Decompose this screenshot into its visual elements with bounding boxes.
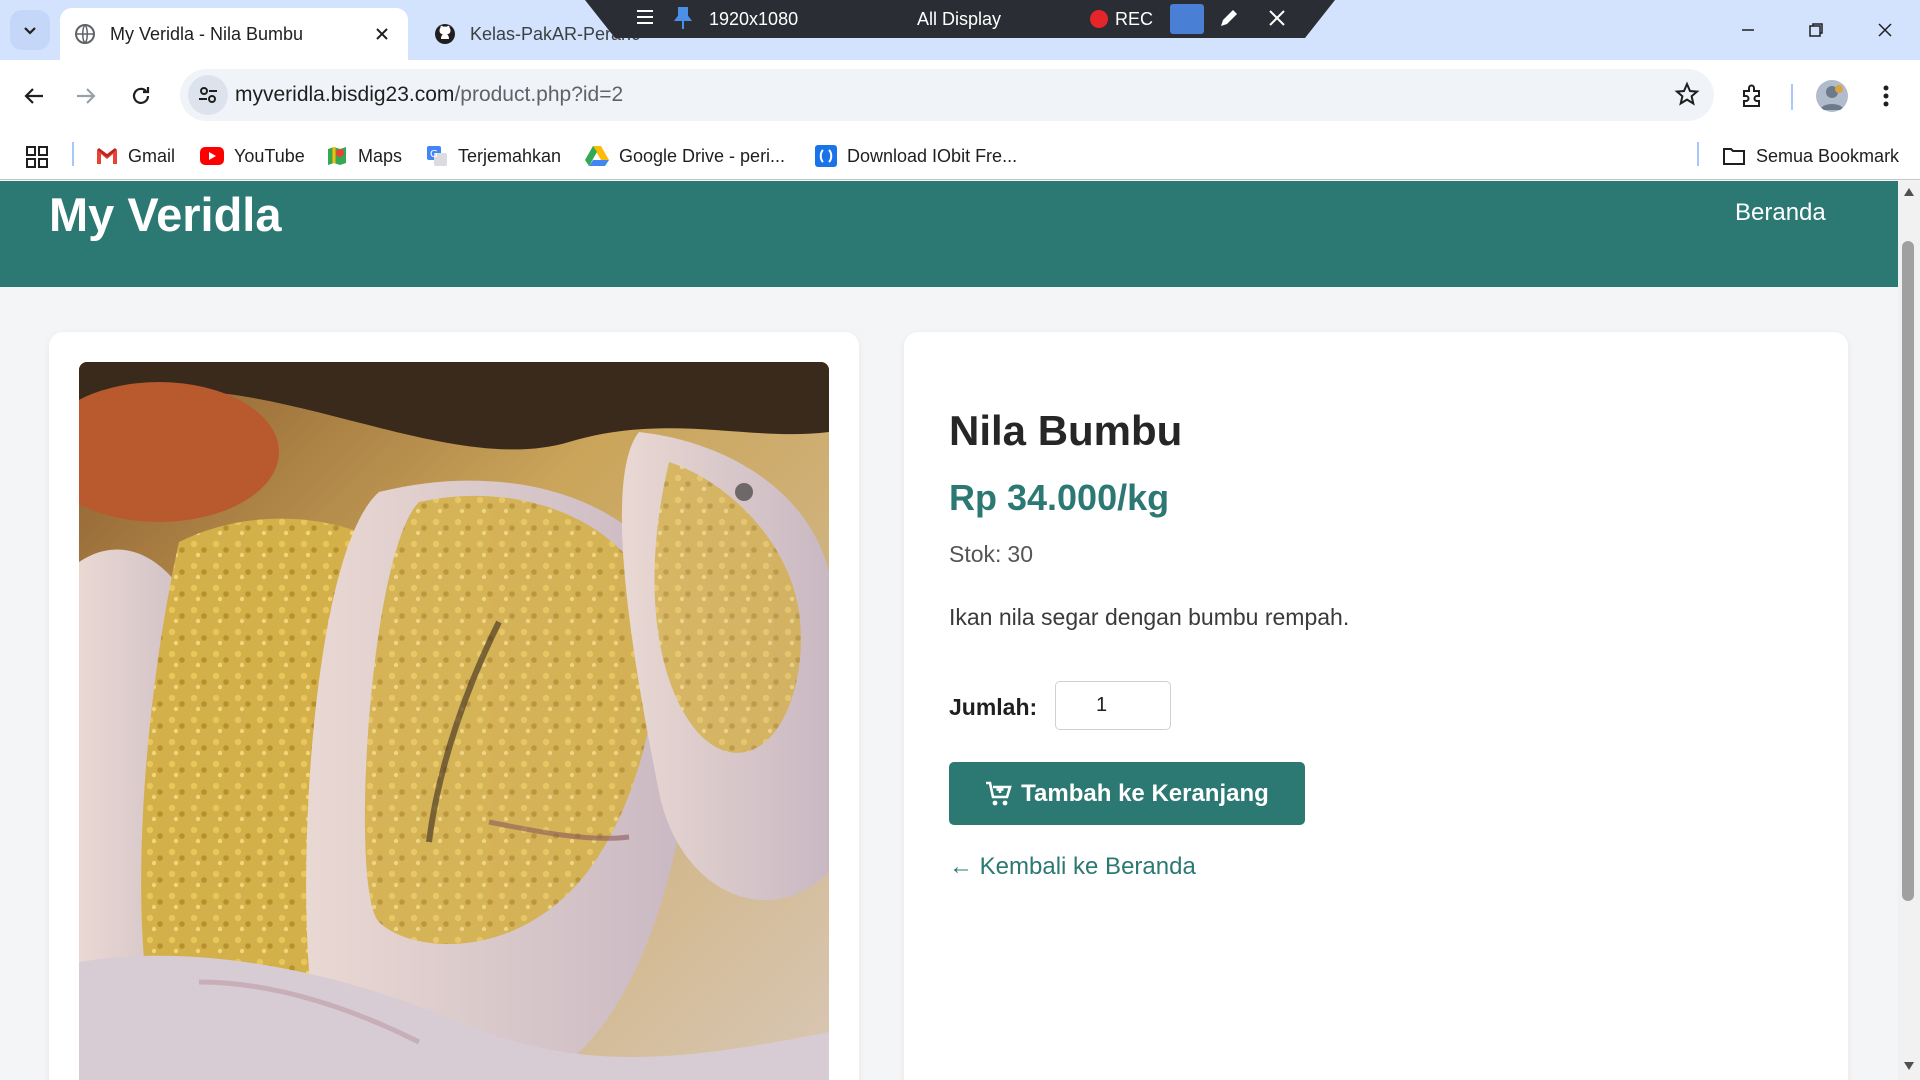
bookmark-translate[interactable]: G Terjemahkan	[426, 132, 561, 180]
bookmarks-bar: Gmail YouTube Maps G Terjemahkan Google …	[0, 132, 1920, 180]
tab-search-button[interactable]	[10, 10, 50, 50]
close-icon[interactable]	[1265, 6, 1289, 30]
site-header: My Veridla Beranda	[0, 181, 1898, 287]
stock-label: Stok:	[949, 541, 1002, 567]
bookmark-label: Terjemahkan	[458, 145, 562, 166]
record-dot-icon	[1090, 10, 1108, 28]
iobit-icon	[815, 145, 837, 167]
all-bookmarks-button[interactable]: Semua Bookmark	[1722, 132, 1899, 180]
forward-button[interactable]	[66, 76, 106, 116]
bookmark-youtube[interactable]: YouTube	[200, 132, 305, 180]
bookmarks-divider	[1697, 142, 1699, 166]
puzzle-icon	[1743, 84, 1760, 107]
bookmarks-divider	[72, 142, 74, 166]
recorder-resolution[interactable]: 1920x1080	[709, 9, 798, 30]
arrow-right-icon	[77, 88, 96, 104]
close-tab-button[interactable]	[368, 20, 396, 48]
bookmark-maps[interactable]: Maps	[326, 132, 402, 180]
close-window-button[interactable]	[1860, 10, 1910, 50]
product-image-card	[49, 332, 859, 1080]
nav-link-home[interactable]: Beranda	[1735, 199, 1826, 227]
browser-menu-button[interactable]	[1866, 76, 1906, 116]
product-image	[79, 362, 829, 1080]
back-button[interactable]	[14, 76, 54, 116]
globe-icon	[74, 23, 96, 45]
bookmark-label: Download IObit Fre...	[847, 145, 1018, 166]
star-icon	[1674, 81, 1700, 106]
back-to-home-link[interactable]: ← Kembali ke Beranda	[949, 853, 1196, 881]
bookmark-iobit[interactable]: Download IObit Fre...	[815, 132, 1017, 180]
apps-grid-icon	[26, 146, 48, 168]
product-name: Nila Bumbu	[949, 407, 1183, 454]
all-bookmarks-label: Semua Bookmark	[1756, 145, 1900, 166]
maps-icon	[326, 145, 348, 167]
tab-active[interactable]: My Veridla - Nila Bumbu	[60, 8, 408, 60]
screen-recorder-bar: 1920x1080 All Display REC	[585, 0, 1335, 38]
toolbar-divider	[1791, 84, 1793, 110]
bookmark-gmail[interactable]: Gmail	[96, 132, 175, 180]
tab-strip: My Veridla - Nila Bumbu Kelas-PakAR-Pera…	[0, 0, 1920, 60]
quantity-input[interactable]	[1055, 681, 1171, 730]
github-icon	[434, 23, 456, 45]
bookmark-label: Google Drive - peri...	[619, 145, 786, 166]
close-icon	[1878, 23, 1892, 37]
address-bar[interactable]: myveridla.bisdig23.com/product.php?id=2	[180, 69, 1714, 121]
chevron-down-icon	[24, 27, 36, 35]
minimize-button[interactable]	[1723, 10, 1773, 50]
browser-toolbar: myveridla.bisdig23.com/product.php?id=2	[0, 60, 1920, 132]
close-icon	[376, 28, 388, 40]
tune-icon	[199, 87, 217, 103]
reload-icon	[132, 87, 150, 104]
product-price: Rp 34.000/kg	[949, 477, 1170, 518]
fish-photo-illustration	[79, 362, 829, 1080]
restore-button[interactable]	[1791, 10, 1841, 50]
url-path: /product.php?id=2	[454, 83, 624, 106]
add-to-cart-button[interactable]: Tambah ke Keranjang	[949, 762, 1305, 825]
url-domain: myveridla.bisdig23.com	[235, 83, 455, 106]
camera-icon[interactable]	[1170, 4, 1204, 34]
bookmark-google-drive[interactable]: Google Drive - peri...	[585, 132, 785, 180]
pin-icon[interactable]	[673, 6, 693, 30]
cart-plus-icon	[986, 781, 1012, 805]
drive-icon	[585, 145, 609, 167]
site-info-button[interactable]	[188, 75, 228, 115]
svg-text:G: G	[430, 149, 438, 160]
folder-icon	[1722, 146, 1746, 166]
scroll-up-icon[interactable]	[1903, 187, 1915, 197]
menu-icon[interactable]	[635, 7, 655, 27]
bookmark-star-button[interactable]	[1674, 81, 1700, 112]
translate-icon: G	[426, 145, 448, 167]
tab-title: My Veridla - Nila Bumbu	[110, 23, 304, 44]
youtube-icon	[200, 147, 224, 165]
apps-button[interactable]	[26, 146, 48, 173]
extensions-button[interactable]	[1733, 76, 1773, 116]
reload-button[interactable]	[121, 76, 161, 116]
stock-value: 30	[1007, 541, 1034, 567]
gmail-icon	[96, 147, 118, 165]
bookmark-label: YouTube	[234, 145, 305, 166]
add-to-cart-label: Tambah ke Keranjang	[1021, 779, 1269, 807]
bookmark-label: Maps	[358, 145, 403, 166]
page-scrollbar[interactable]	[1898, 181, 1920, 1080]
site-brand[interactable]: My Veridla	[49, 187, 282, 242]
avatar-icon	[1820, 85, 1844, 110]
scrollbar-thumb[interactable]	[1902, 241, 1914, 901]
product-stock: Stok: 30	[949, 541, 1033, 568]
more-vertical-icon	[1883, 85, 1889, 107]
minimize-icon	[1742, 29, 1754, 31]
quantity-label: Jumlah:	[949, 694, 1038, 720]
restore-icon	[1809, 23, 1823, 37]
arrow-left-icon	[24, 88, 43, 104]
page-viewport: My Veridla Beranda Nila Bumbu Rp 34.000/…	[0, 181, 1898, 1080]
recorder-rec-label[interactable]: REC	[1115, 9, 1153, 30]
profile-avatar[interactable]	[1816, 80, 1848, 112]
bookmark-label: Gmail	[128, 145, 176, 166]
recorder-display[interactable]: All Display	[917, 9, 1001, 30]
url-text[interactable]: myveridla.bisdig23.com/product.php?id=2	[235, 83, 623, 107]
pen-icon[interactable]	[1217, 6, 1241, 30]
product-description: Ikan nila segar dengan bumbu rempah.	[949, 604, 1350, 630]
scroll-down-icon[interactable]	[1903, 1061, 1915, 1071]
product-detail-card: Nila Bumbu Rp 34.000/kg Stok: 30 Ikan nil…	[904, 332, 1848, 1080]
